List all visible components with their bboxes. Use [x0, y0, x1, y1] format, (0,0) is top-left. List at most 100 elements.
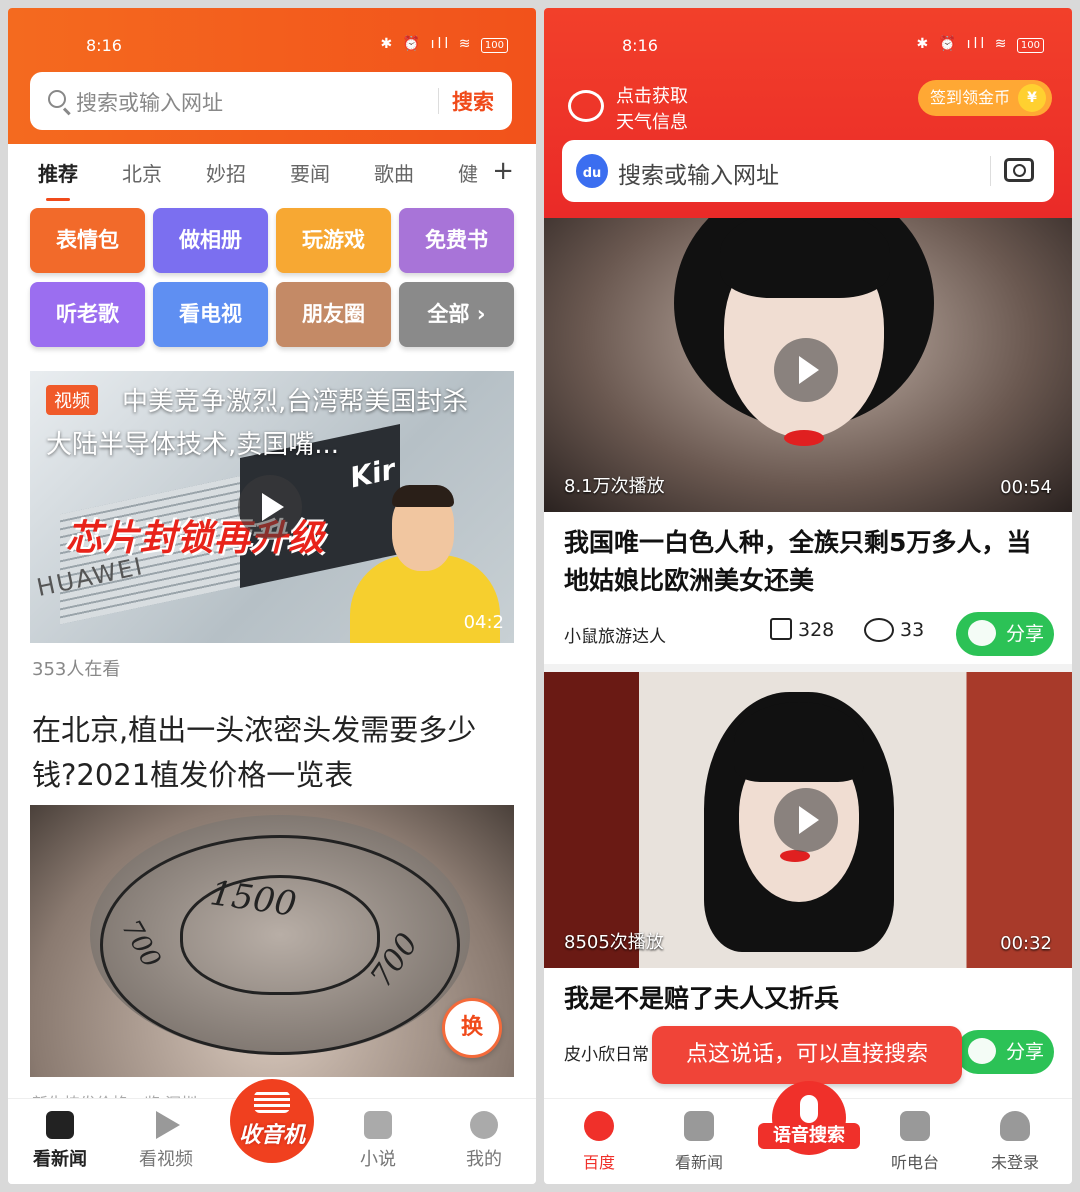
voice-search-button[interactable]: 语音搜索 — [758, 1081, 860, 1155]
checkin-coin-button[interactable]: 签到领金币 ¥ — [917, 80, 1052, 116]
video-title[interactable]: 中美竞争激烈,台湾帮美国封杀大陆半导体技术,卖国嘴... — [46, 381, 486, 467]
play-icon — [156, 1111, 180, 1139]
shortcut-button[interactable]: 看电视 — [153, 282, 268, 347]
tab-health[interactable]: 健 — [458, 158, 478, 187]
author-name[interactable]: 皮小欣日常 — [564, 1040, 649, 1065]
watching-count: 353人在看 — [32, 659, 121, 680]
view-count: 8.1万次播放 — [564, 476, 665, 497]
tab-label: 看新闻 — [33, 1149, 87, 1170]
user-icon — [1000, 1111, 1030, 1141]
shortcut-button[interactable]: 免费书 — [399, 208, 514, 273]
view-count: 8505次播放 — [564, 932, 664, 953]
like-count: 328 — [798, 619, 835, 641]
baidu-paw-icon: du — [576, 154, 608, 188]
tab-label: 百度 — [582, 1153, 615, 1172]
play-icon[interactable] — [774, 338, 838, 402]
tab-radio[interactable]: 听电台 — [872, 1111, 958, 1173]
author-name[interactable]: 小鼠旅游达人 — [564, 622, 666, 647]
shortcut-button[interactable]: 听老歌 — [30, 282, 145, 347]
coin-icon: ¥ — [1018, 84, 1046, 112]
comment-button[interactable]: 33 — [864, 618, 924, 642]
profile-icon — [470, 1111, 498, 1139]
add-tab-icon[interactable]: + — [492, 156, 514, 186]
tab-songs[interactable]: 歌曲 — [374, 158, 414, 187]
video-image — [720, 218, 890, 298]
comment-icon — [864, 618, 894, 642]
comment-count: 33 — [900, 619, 925, 641]
baidu-paw-icon — [584, 1111, 614, 1141]
wechat-share-button[interactable]: 分享 — [956, 1030, 1054, 1074]
video-title[interactable]: 我是不是赔了夫人又折兵 — [564, 980, 1054, 1018]
radio-icon — [900, 1111, 930, 1141]
video-title[interactable]: 我国唯一白色人种，全族只剩5万多人，当地姑娘比欧洲美女还美 — [564, 524, 1054, 600]
battery-icon: 100 — [480, 38, 508, 53]
tab-label: 收音机 — [238, 1123, 305, 1148]
bottom-tabbar: 看新闻 看视频 收音机 小说 我的 — [8, 1079, 536, 1184]
news-icon — [46, 1111, 74, 1139]
tab-label: 小说 — [360, 1149, 396, 1170]
shortcut-button[interactable]: 朋友圈 — [276, 282, 391, 347]
status-icons: ✱ ⏰ ıll ≋ 100 — [381, 36, 508, 53]
wechat-share-button[interactable]: 分享 — [956, 612, 1054, 656]
search-input[interactable]: 搜索或输入网址 — [618, 156, 779, 190]
weather-line: 点击获取 — [616, 86, 688, 107]
search-input[interactable]: 搜索或输入网址 — [76, 87, 223, 117]
tab-video[interactable]: 看视频 — [126, 1111, 206, 1171]
tab-label: 看视频 — [139, 1149, 193, 1170]
tab-novel[interactable]: 小说 — [338, 1111, 418, 1171]
tab-label: 语音搜索 — [758, 1123, 860, 1149]
shortcut-button[interactable]: 做相册 — [153, 208, 268, 273]
swap-button[interactable]: 换 — [442, 998, 502, 1058]
shortcut-label: 全部 — [427, 302, 470, 326]
location-icon — [568, 90, 604, 122]
tab-mine[interactable]: 我的 — [444, 1111, 524, 1171]
coin-label: 签到领金币 — [929, 88, 1010, 107]
share-label: 分享 — [1006, 623, 1045, 645]
weather-line: 天气信息 — [616, 112, 688, 133]
video-thumbnail[interactable]: 8505次播放 00:32 — [544, 672, 1072, 968]
search-divider — [990, 156, 991, 186]
play-icon[interactable] — [774, 788, 838, 852]
voice-search-tooltip: 点这说话，可以直接搜索 — [652, 1026, 962, 1096]
tab-beijing[interactable]: 北京 — [122, 158, 162, 187]
category-tabs: 推荐 北京 妙招 要闻 歌曲 健 + — [8, 144, 536, 202]
status-time: 8:16 — [86, 36, 122, 55]
thumbs-up-icon — [770, 618, 792, 640]
video-image — [734, 702, 864, 782]
radio-icon — [254, 1091, 290, 1113]
tab-tips[interactable]: 妙招 — [206, 158, 246, 187]
chevron-right-icon: › — [476, 302, 486, 326]
battery-icon: 100 — [1016, 38, 1044, 53]
search-bar[interactable]: 搜索或输入网址 搜索 — [30, 72, 512, 130]
shortcut-button-all[interactable]: 全部 › — [399, 282, 514, 347]
camera-icon[interactable] — [1004, 158, 1034, 182]
shortcut-button[interactable]: 表情包 — [30, 208, 145, 273]
wechat-icon — [968, 620, 996, 646]
video-duration: 00:32 — [1000, 933, 1052, 954]
status-bar: 8:16 ✱ ⏰ ıll ≋ 100 — [544, 8, 1072, 74]
video-duration: 04:2 — [463, 612, 504, 633]
tab-baidu[interactable]: 百度 — [556, 1111, 642, 1173]
tab-news[interactable]: 看新闻 — [20, 1111, 100, 1171]
left-phone-screen: 8:16 ✱ ⏰ ıll ≋ 100 搜索或输入网址 搜索 推荐 北京 妙招 要… — [8, 8, 536, 1184]
search-bar[interactable]: du 搜索或输入网址 — [562, 140, 1054, 202]
status-bar: 8:16 ✱ ⏰ ıll ≋ 100 — [8, 8, 536, 74]
shortcut-button[interactable]: 玩游戏 — [276, 208, 391, 273]
like-button[interactable]: 328 — [770, 618, 834, 641]
search-icon — [48, 90, 66, 108]
weather-text: 点击获取 天气信息 — [616, 84, 736, 136]
video-thumbnail[interactable]: 8.1万次播放 00:54 — [544, 218, 1072, 512]
divider — [544, 664, 1072, 672]
radio-button[interactable]: 收音机 — [230, 1079, 314, 1163]
microphone-icon — [800, 1095, 818, 1123]
video-card[interactable]: Kir HUAWEI 芯片封锁再升级 中美竞争激烈,台湾帮美国封杀大陆半导体技术… — [30, 371, 514, 643]
article-title[interactable]: 在北京,植出一头浓密头发需要多少钱?2021植发价格一览表 — [32, 708, 512, 798]
tab-recommend[interactable]: 推荐 — [38, 158, 78, 201]
tab-news[interactable]: 看新闻 — [656, 1111, 742, 1173]
play-icon[interactable] — [238, 475, 302, 539]
search-button[interactable]: 搜索 — [452, 86, 494, 116]
tab-headlines[interactable]: 要闻 — [290, 158, 330, 187]
tab-account[interactable]: 未登录 — [972, 1111, 1058, 1173]
share-label: 分享 — [1006, 1041, 1045, 1063]
article-image[interactable]: 1500 700 700 — [30, 805, 514, 1077]
